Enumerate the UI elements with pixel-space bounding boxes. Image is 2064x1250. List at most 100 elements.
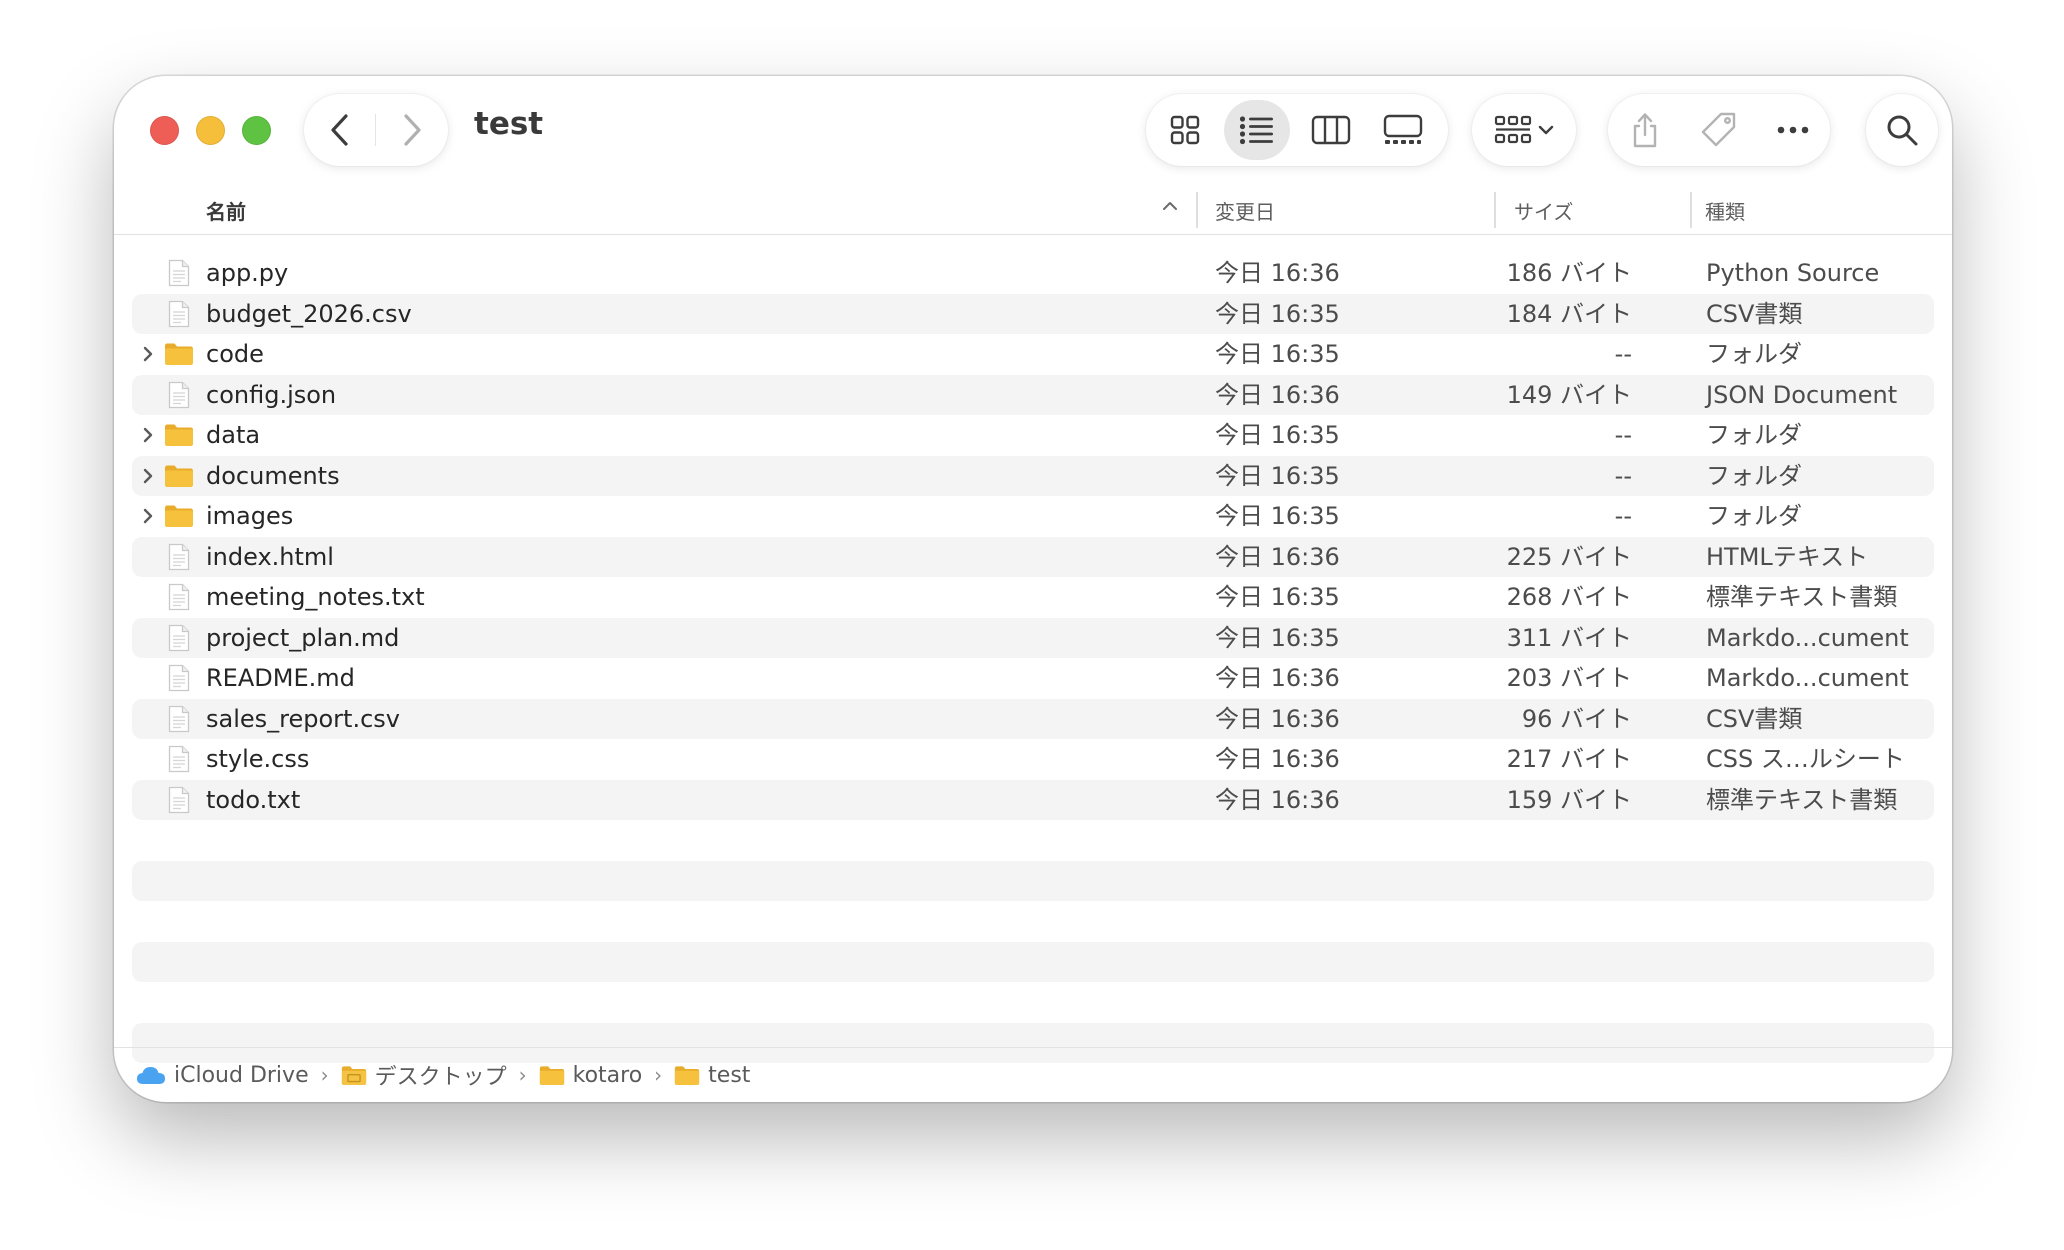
search-button[interactable] (1866, 94, 1938, 166)
folder-icon (539, 1065, 564, 1085)
file-name: index.html (206, 542, 334, 571)
file-row[interactable]: todo.txt 今日 16:36 159 バイト 標準テキスト書類 (132, 779, 1934, 820)
more-button[interactable] (1756, 94, 1830, 166)
file-date: 今日 16:36 (1215, 542, 1340, 571)
file-row[interactable]: index.html 今日 16:36 225 バイト HTMLテキスト (132, 536, 1934, 577)
file-date: 今日 16:36 (1215, 745, 1340, 773)
grid-icon (1170, 115, 1200, 145)
share-icon (1633, 113, 1657, 148)
icon-view-button[interactable] (1152, 100, 1218, 160)
file-size: 203 バイト (1506, 664, 1632, 692)
breadcrumb-separator-icon: › (518, 1063, 527, 1087)
disclosure-triangle-icon (143, 427, 153, 443)
empty-row (132, 860, 1934, 901)
breadcrumb-label: デスクトップ (374, 1065, 507, 1090)
folder-icon (165, 465, 193, 487)
file-kind: フォルダ (1706, 340, 1802, 368)
column-size-header[interactable]: サイズ (1514, 196, 1573, 225)
column-kind-header[interactable]: 種類 (1705, 196, 1745, 225)
disclosure-toggle[interactable] (136, 415, 160, 455)
folder-icon (675, 1065, 700, 1085)
column-name-header[interactable]: 名前 (206, 196, 246, 225)
breadcrumb-separator-icon: › (320, 1063, 329, 1087)
disclosure-spacer (136, 699, 160, 739)
file-size: -- (1614, 461, 1632, 490)
breadcrumb-item[interactable]: iCloud Drive (136, 1063, 309, 1088)
forward-button[interactable] (376, 94, 448, 166)
disclosure-toggle[interactable] (136, 456, 160, 496)
tag-button[interactable] (1682, 94, 1756, 166)
disclosure-toggle[interactable] (136, 496, 160, 536)
file-size: 217 バイト (1506, 745, 1632, 773)
column-date-header[interactable]: 変更日 (1215, 196, 1275, 225)
column-divider[interactable] (1690, 192, 1692, 228)
file-icon-cell (164, 699, 194, 739)
file-row[interactable]: sales_report.csv 今日 16:36 96 バイト CSV書類 (132, 698, 1934, 739)
file-date: 今日 16:35 (1215, 502, 1340, 530)
disclosure-spacer (136, 618, 160, 658)
file-row[interactable]: style.css 今日 16:36 217 バイト CSS ス…ルシート (132, 739, 1934, 779)
disclosure-toggle[interactable] (136, 334, 160, 374)
action-group (1608, 94, 1830, 166)
file-row[interactable]: project_plan.md 今日 16:35 311 バイト Markdo.… (132, 617, 1934, 658)
file-row[interactable]: data 今日 16:35 -- フォルダ (132, 415, 1934, 455)
document-icon (168, 664, 190, 692)
file-row[interactable]: code 今日 16:35 -- フォルダ (132, 334, 1934, 374)
file-icon-cell (164, 456, 194, 496)
search-icon (1887, 115, 1918, 146)
group-by-button[interactable] (1472, 94, 1576, 166)
view-mode-group (1146, 94, 1448, 166)
file-icon-cell (164, 618, 194, 658)
column-divider[interactable] (1494, 192, 1496, 228)
folder-icon (165, 505, 193, 527)
chevron-right-icon (404, 114, 421, 146)
finder-window: test 名前 変更日 サイズ 種類 app.py 今日 16:36 186 バ… (114, 76, 1952, 1102)
navigation-group (304, 94, 448, 166)
tag-icon (1701, 112, 1736, 147)
list-view-button[interactable] (1224, 100, 1290, 160)
disclosure-spacer (136, 658, 160, 698)
file-size: -- (1614, 502, 1632, 530)
file-icon-cell (164, 253, 194, 293)
desktop-folder-icon (341, 1065, 366, 1085)
breadcrumb-item[interactable]: test (674, 1063, 750, 1088)
file-kind: Markdo...cument (1706, 623, 1909, 652)
document-icon (168, 381, 190, 408)
file-row[interactable]: images 今日 16:35 -- フォルダ (132, 496, 1934, 536)
file-name: app.py (206, 259, 289, 287)
file-size: 159 バイト (1506, 785, 1632, 814)
file-icon-cell (164, 375, 194, 415)
sort-ascending-icon (1163, 202, 1177, 210)
column-divider[interactable] (1196, 192, 1198, 228)
document-icon (168, 745, 190, 773)
file-icon-cell (164, 537, 194, 577)
file-size: 311 バイト (1506, 623, 1632, 652)
gallery-view-button[interactable] (1370, 100, 1436, 160)
document-icon (168, 583, 190, 611)
column-view-button[interactable] (1298, 100, 1364, 160)
file-name: config.json (206, 380, 337, 409)
file-date: 今日 16:36 (1215, 259, 1340, 287)
file-row[interactable]: README.md 今日 16:36 203 バイト Markdo...cume… (132, 658, 1934, 698)
breadcrumb-item[interactable]: デスクトップ (341, 1059, 507, 1091)
empty-row (132, 941, 1934, 982)
column-header: 名前 変更日 サイズ 種類 (114, 186, 1952, 235)
file-date: 今日 16:35 (1215, 583, 1340, 611)
ellipsis-icon (1777, 126, 1809, 134)
close-button[interactable] (150, 116, 179, 145)
file-row[interactable]: app.py 今日 16:36 186 バイト Python Source (132, 253, 1934, 293)
breadcrumb-label: iCloud Drive (174, 1062, 309, 1088)
disclosure-triangle-icon (143, 468, 153, 483)
back-button[interactable] (304, 94, 376, 166)
file-row[interactable]: config.json 今日 16:36 149 バイト JSON Docume… (132, 374, 1934, 415)
file-size: 149 バイト (1506, 380, 1632, 409)
window-title: test (474, 106, 544, 142)
minimize-button[interactable] (196, 116, 225, 145)
file-row[interactable]: budget_2026.csv 今日 16:35 184 バイト CSV書類 (132, 293, 1934, 334)
disclosure-spacer (136, 294, 160, 334)
breadcrumb-item[interactable]: kotaro (539, 1063, 642, 1088)
file-row[interactable]: documents 今日 16:35 -- フォルダ (132, 455, 1934, 496)
share-button[interactable] (1608, 94, 1682, 166)
file-row[interactable]: meeting_notes.txt 今日 16:35 268 バイト 標準テキス… (132, 577, 1934, 617)
zoom-button[interactable] (242, 116, 271, 145)
